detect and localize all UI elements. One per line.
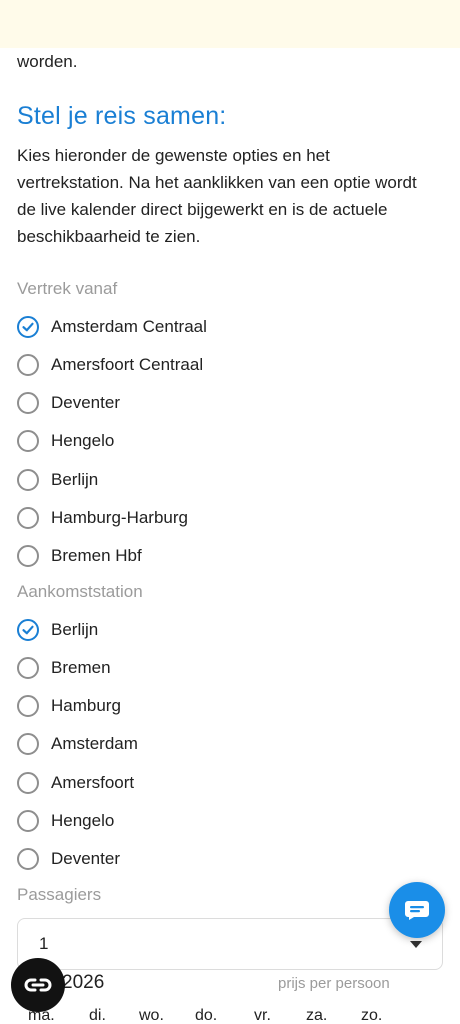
chevron-down-icon [410, 941, 422, 948]
calendar-month-year: 2026 [62, 972, 105, 993]
radio-icon [17, 810, 39, 832]
radio-icon [17, 733, 39, 755]
arrival-option-hengelo[interactable]: Hengelo [17, 808, 114, 834]
weekday-wed: wo. [139, 1007, 164, 1024]
calendar-weekday-header: ma. di. wo. do. vr. za. zo. [28, 1007, 428, 1024]
radio-icon [17, 657, 39, 679]
section-title: Stel je reis samen: [17, 102, 227, 130]
passengers-select[interactable]: 1 [17, 918, 443, 970]
option-label: Amersfoort Centraal [51, 355, 204, 374]
passengers-value: 1 [39, 934, 49, 953]
option-label: Bremen [51, 658, 111, 677]
option-label: Hengelo [51, 811, 115, 830]
option-label: Deventer [51, 393, 120, 412]
option-label: Berlijn [51, 620, 99, 639]
weekday-sun: zo. [361, 1007, 383, 1024]
radio-icon [17, 545, 39, 567]
top-banner [0, 0, 460, 48]
radio-icon [17, 507, 39, 529]
chat-icon [405, 901, 429, 920]
departure-option-hengelo[interactable]: Hengelo [17, 428, 114, 454]
option-label: Bremen Hbf [51, 546, 142, 565]
link-button[interactable] [11, 958, 65, 1012]
option-label: Berlijn [51, 470, 99, 489]
passengers-label: Passagiers [17, 885, 102, 904]
radio-icon [17, 430, 39, 452]
departure-option-amersfoort-centraal[interactable]: Amersfoort Centraal [17, 352, 203, 378]
weekday-sat: za. [306, 1007, 328, 1024]
departure-option-berlijn[interactable]: Berlijn [17, 467, 98, 493]
radio-icon [17, 848, 39, 870]
option-label: Amersfoort [51, 773, 135, 792]
arrival-option-amsterdam[interactable]: Amsterdam [17, 731, 138, 757]
departure-option-amsterdam-centraal[interactable]: Amsterdam Centraal [17, 314, 207, 340]
option-label: Amsterdam [51, 734, 138, 753]
intro-text-tail: worden. [17, 52, 78, 71]
radio-icon [17, 392, 39, 414]
option-label: Deventer [51, 849, 120, 868]
check-icon [22, 322, 34, 332]
radio-icon [17, 469, 39, 491]
radio-icon [17, 354, 39, 376]
option-label: Hamburg-Harburg [51, 508, 188, 527]
weekday-fri: vr. [254, 1007, 271, 1024]
arrival-option-deventer[interactable]: Deventer [17, 846, 120, 872]
arrival-option-amersfoort[interactable]: Amersfoort [17, 770, 134, 796]
radio-checked-icon [17, 619, 39, 641]
radio-icon [17, 695, 39, 717]
radio-icon [17, 772, 39, 794]
section-description: Kies hieronder de gewenste opties en het… [17, 146, 417, 246]
check-icon [22, 625, 34, 635]
departure-option-hamburg-harburg[interactable]: Hamburg-Harburg [17, 505, 188, 531]
departure-option-deventer[interactable]: Deventer [17, 390, 120, 416]
weekday-thu: do. [195, 1007, 218, 1024]
chat-button[interactable] [389, 882, 445, 938]
option-label: Amsterdam Centraal [51, 317, 207, 336]
radio-checked-icon [17, 316, 39, 338]
arrival-option-bremen[interactable]: Bremen [17, 655, 111, 681]
price-per-person-note: prijs per persoon [278, 975, 390, 992]
arrival-label: Aankomststation [17, 582, 143, 601]
arrival-option-hamburg[interactable]: Hamburg [17, 693, 121, 719]
weekday-tue: di. [89, 1007, 106, 1024]
option-label: Hamburg [51, 696, 121, 715]
option-label: Hengelo [51, 431, 115, 450]
departure-label: Vertrek vanaf [17, 279, 118, 298]
arrival-option-berlijn[interactable]: Berlijn [17, 617, 98, 643]
link-icon [24, 978, 52, 992]
departure-option-bremen-hbf[interactable]: Bremen Hbf [17, 543, 142, 569]
